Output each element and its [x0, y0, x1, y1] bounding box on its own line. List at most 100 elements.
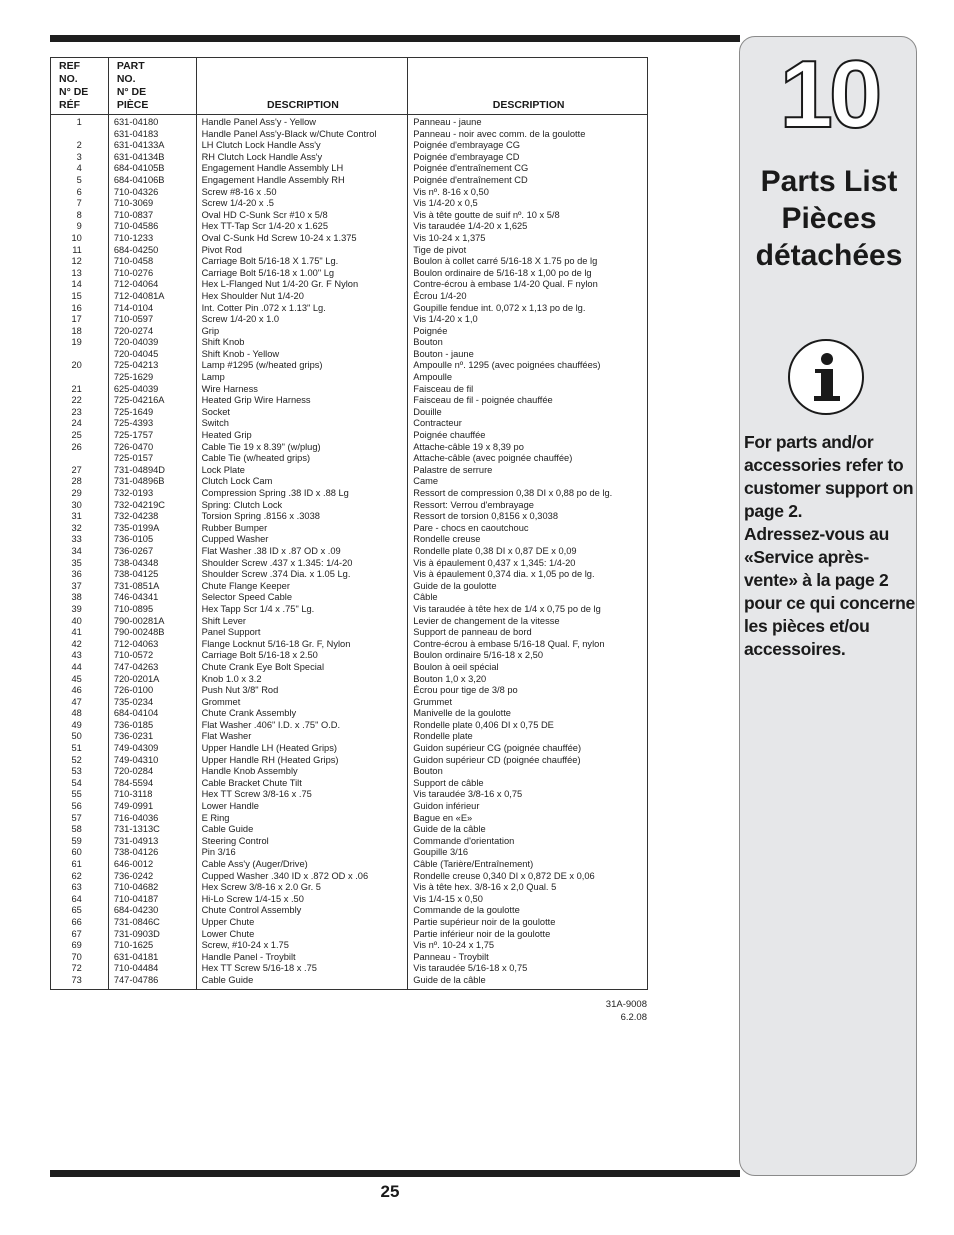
table-row: 29 732-0193 Compression Spring .38 ID x .8… — [50, 488, 648, 500]
description-fr-cell: Panneau - Troybilt — [407, 951, 648, 964]
table-row: 9 710-04586 Hex TT-Tap Scr 1/4-20 x 1.625 V… — [50, 221, 648, 233]
ref-cell: 35 — [50, 557, 109, 570]
description-en-cell: Socket — [195, 406, 408, 419]
description-en-cell: Handle Panel Ass'y - Yellow — [195, 114, 408, 129]
description-en-cell: LH Clutch Lock Handle Ass'y — [195, 140, 408, 152]
part-number-cell: 736-0242 — [107, 870, 197, 883]
ref-cell: 43 — [50, 650, 109, 662]
part-number-cell: 710-3069 — [107, 198, 197, 210]
description-fr-cell: Rondelle creuse 0,340 DI x 0,872 DE x 0,… — [407, 870, 648, 883]
table-row: 63 710-04682 Hex Screw 3/8-16 x 2.0 Gr. 5V… — [50, 882, 648, 894]
section-title-fr-line1: Pièces — [781, 202, 877, 235]
description-fr-cell: Guide de la câble — [407, 824, 648, 836]
description-en-cell: Grip — [195, 325, 408, 338]
description-fr-cell: Poignée d'entraînement CG — [407, 163, 648, 175]
section-title: Parts List Pièces détachées — [740, 163, 918, 274]
ref-cell: 3 — [50, 151, 109, 164]
description-en-cell: E Ring — [195, 812, 408, 825]
description-en-cell: Lamp — [195, 372, 408, 384]
table-row: 50 736-0231 Flat Washer Rondelle plate — [50, 731, 648, 744]
part-number-cell: 725-04216A — [107, 395, 197, 407]
part-number-cell: 710-0837 — [107, 209, 197, 222]
description-en-cell: Shift Lever — [195, 615, 408, 628]
description-fr-cell: Vis 10-24 x 1,375 — [407, 232, 648, 245]
table-row: 47 735-0234 Grommet Grummet — [50, 696, 648, 709]
ref-cell: 30 — [50, 499, 109, 512]
description-en-cell: Cable Tie 19 x 8.39" (w/plug) — [195, 441, 408, 454]
part-number-cell: 684-04106B — [107, 174, 197, 187]
description-fr-cell: Poignée chauffée — [407, 430, 648, 442]
ref-cell: 8 — [50, 209, 109, 222]
description-fr-cell: Commande d'orientation — [407, 835, 648, 848]
description-en-cell: Hex Shoulder Nut 1/4-20 — [195, 290, 408, 303]
description-fr-cell: Pare - chocs en caoutchouc — [407, 522, 648, 535]
header-description-en: DESCRIPTION — [195, 57, 408, 115]
description-en-cell: Cable Ass'y (Auger/Drive) — [195, 859, 408, 871]
description-en-cell: Flat Washer .38 ID x .87 OD x .09 — [195, 545, 408, 558]
description-fr-cell: Guidon supérieur CD (poignée chauffée) — [407, 754, 648, 767]
ref-cell: 63 — [50, 882, 109, 894]
part-number-cell: 720-0201A — [107, 673, 197, 686]
part-number-cell: 747-04786 — [107, 974, 197, 990]
part-number-cell: 720-04045 — [107, 348, 197, 361]
description-en-cell: Upper Chute — [195, 916, 408, 929]
ref-cell: 49 — [50, 719, 109, 732]
description-en-cell: Rubber Bumper — [195, 522, 408, 535]
description-fr-cell: Boulon ordinaire 5/16-18 x 2,50 — [407, 650, 648, 662]
header-ref-no: REF NO. N° DE RÉF — [50, 57, 109, 115]
description-fr-cell: Vis à épaulement 0,374 dia. x 1,05 po de… — [407, 569, 648, 581]
document-code-number: 31A-9008 — [605, 999, 647, 1010]
description-fr-cell: Contre-écrou à embase 1/4-20 Qual. F nyl… — [407, 279, 648, 291]
description-fr-cell: Vis taraudée à tête hex de 1/4 x 0,75 po… — [407, 603, 648, 616]
description-fr-cell: Poignée d'embrayage CD — [407, 151, 648, 164]
part-number-cell: 736-0231 — [107, 731, 197, 744]
description-fr-cell: Contre-écrou à embase 5/16-18 Qual. F, n… — [407, 638, 648, 651]
part-number-cell: 714-0104 — [107, 302, 197, 315]
support-note-fr: Adressez-vous au «Service après-vente» à… — [744, 524, 915, 659]
part-number-cell: 631-04180 — [107, 114, 197, 129]
description-en-cell: Int. Cotter Pin .072 x 1.13" Lg. — [195, 302, 408, 315]
part-number-cell: 712-04081A — [107, 290, 197, 303]
info-icon-base — [814, 396, 840, 401]
table-row: 49 736-0185 Flat Washer .406" I.D. x .75" … — [50, 719, 648, 732]
description-fr-cell: Rondelle creuse — [407, 534, 648, 546]
description-fr-cell: Ressort de compression 0,38 DI x 0,88 po… — [407, 488, 648, 500]
description-en-cell: RH Clutch Lock Handle Ass'y — [195, 151, 408, 164]
ref-cell: 66 — [50, 916, 109, 929]
ref-cell: 52 — [50, 754, 109, 767]
ref-cell — [50, 348, 109, 361]
description-en-cell: Upper Handle RH (Heated Grips) — [195, 754, 408, 767]
part-number-cell: 710-0895 — [107, 603, 197, 616]
table-row: 36 738-04125 Shoulder Screw .374 Dia. x 1.… — [50, 569, 648, 581]
description-fr-cell: Vis nº. 8-16 x 0,50 — [407, 186, 648, 199]
part-number-cell: 749-04309 — [107, 743, 197, 755]
top-rule — [50, 35, 740, 42]
part-number-cell: 738-04348 — [107, 557, 197, 570]
description-fr-cell: Écrou pour tige de 3/8 po — [407, 685, 648, 697]
description-fr-cell: Grummet — [407, 696, 648, 709]
ref-cell: 12 — [50, 256, 109, 268]
table-row: 54 784-5594 Cable Bracket Chute Tilt Suppor… — [50, 777, 648, 790]
table-row: 62 736-0242 Cupped Washer .340 ID x .872 O… — [50, 870, 648, 883]
table-row: 65 684-04230 Chute Control Assembly Command… — [50, 905, 648, 917]
part-number-cell: 716-04036 — [107, 812, 197, 825]
description-en-cell: Compression Spring .38 ID x .88 Lg — [195, 488, 408, 500]
description-fr-cell: Vis à épaulement 0,437 x 1,345: 1/4-20 — [407, 557, 648, 570]
chapter-number: 10 — [779, 41, 884, 148]
part-number-cell: 784-5594 — [107, 777, 197, 790]
part-number-cell: 631-04183 — [107, 128, 197, 141]
description-en-cell: Flat Washer .406" I.D. x .75" O.D. — [195, 719, 408, 732]
description-en-cell: Shoulder Screw .437 x 1.345: 1/4-20 — [195, 557, 408, 570]
ref-cell: 56 — [50, 801, 109, 813]
table-row: 13 710-0276 Carriage Bolt 5/16-18 x 1.00" … — [50, 267, 648, 280]
part-number-cell: 625-04039 — [107, 383, 197, 396]
table-row: 44 747-04263 Chute Crank Eye Bolt Special B… — [50, 661, 648, 674]
table-row: 631-04183 Handle Panel Ass'y-Black w/Chut… — [50, 128, 648, 141]
part-number-cell: 749-0991 — [107, 801, 197, 813]
chapter-side-panel: 10 Parts List Pièces détachées For parts… — [739, 36, 917, 1176]
ref-cell: 48 — [50, 708, 109, 720]
description-fr-cell: Palastre de serrure — [407, 464, 648, 477]
description-en-cell: Hex Tapp Scr 1/4 x .75" Lg. — [195, 603, 408, 616]
description-fr-cell: Vis taraudée 1/4-20 x 1,625 — [407, 221, 648, 233]
ref-cell: 13 — [50, 267, 109, 280]
